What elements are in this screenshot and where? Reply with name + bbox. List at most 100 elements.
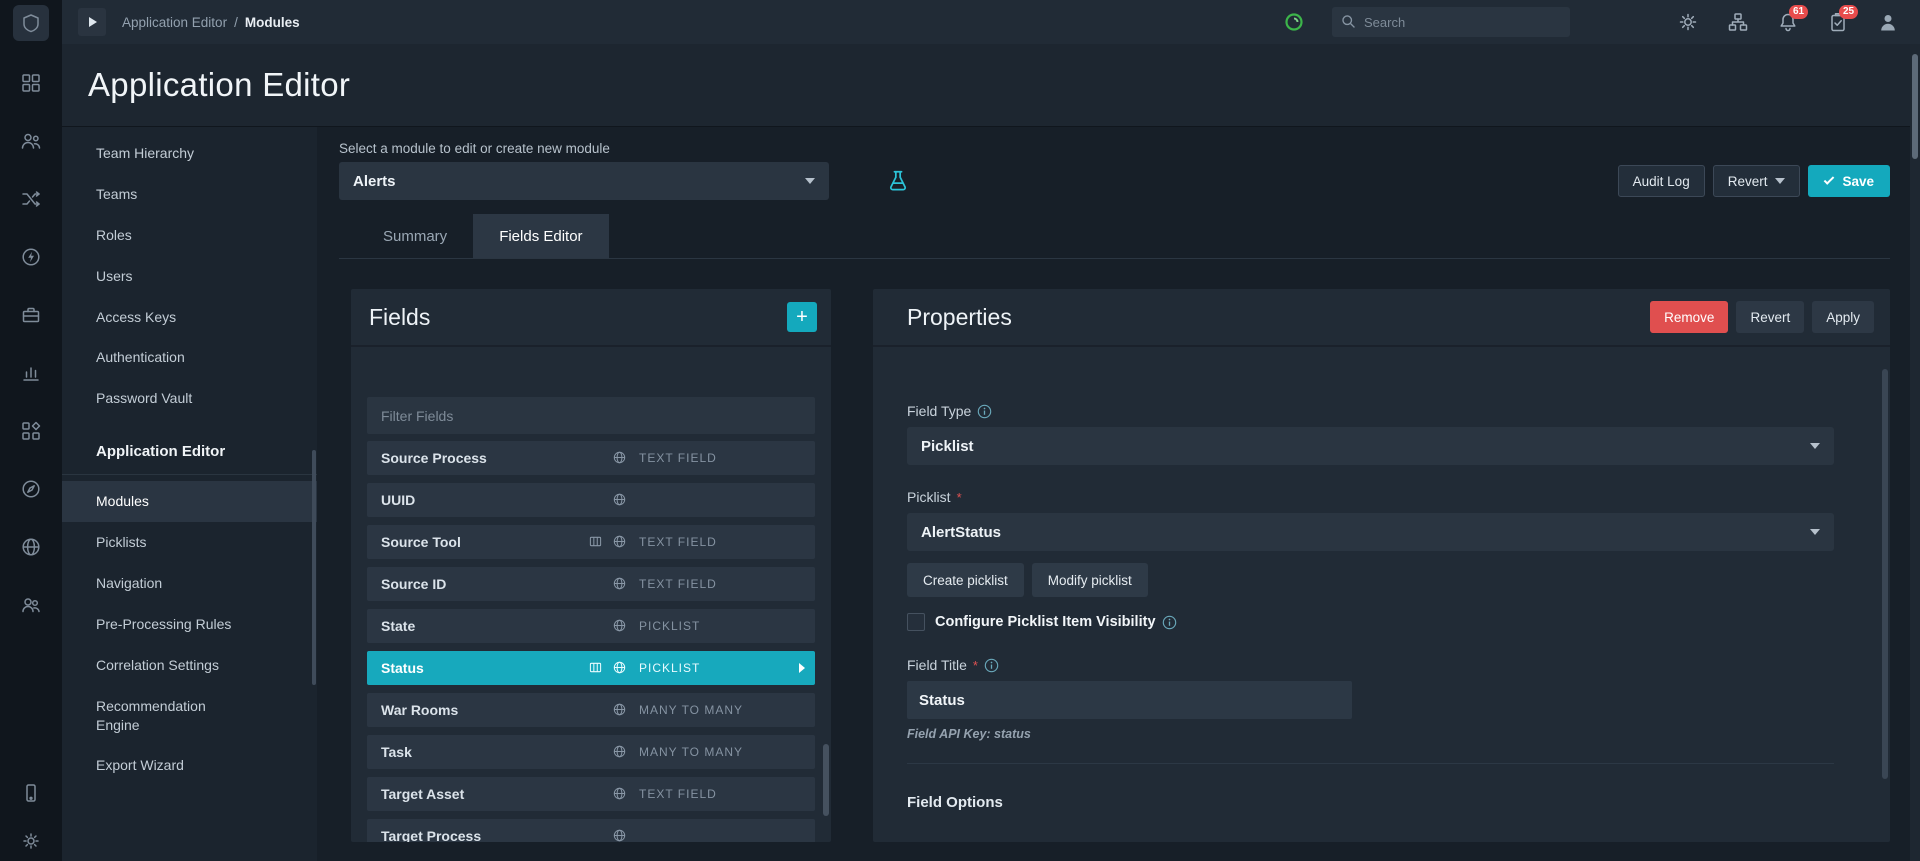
sidebar-item-pre-processing-rules[interactable]: Pre-Processing Rules (62, 604, 317, 645)
sidebar-section-title: Application Editor (62, 427, 317, 476)
global-search[interactable] (1332, 7, 1570, 37)
field-name: Source Process (381, 450, 487, 466)
chevron-right-icon (799, 663, 805, 673)
filter-fields-input[interactable] (367, 397, 815, 434)
chevron-down-icon (1810, 443, 1820, 449)
icon-rail (0, 0, 62, 861)
chevron-down-icon (1775, 178, 1786, 184)
sidebar-item-navigation[interactable]: Navigation (62, 563, 317, 604)
info-icon[interactable] (984, 658, 999, 673)
field-type-badge: TEXT FIELD (639, 535, 717, 549)
remove-field-button[interactable]: Remove (1650, 301, 1729, 333)
play-icon (89, 17, 97, 27)
tasks-badge: 25 (1839, 5, 1859, 19)
help-icon[interactable] (21, 479, 41, 499)
sidebar-item-access-keys[interactable]: Access Keys (62, 297, 317, 338)
chevron-down-icon (1810, 529, 1820, 535)
sidebar-item-picklists[interactable]: Picklists (62, 522, 317, 563)
field-row-status[interactable]: Status PICKLIST (367, 651, 815, 685)
section-divider (907, 763, 1834, 764)
globe-icon[interactable] (21, 537, 41, 557)
info-icon[interactable] (1162, 615, 1177, 630)
grid-column-icon (589, 661, 602, 674)
settings-gear-icon[interactable] (1678, 12, 1698, 32)
page-title: Application Editor (88, 66, 351, 103)
picklist-select[interactable]: AlertStatus (907, 513, 1834, 551)
reports-icon[interactable] (21, 363, 41, 383)
page-scrollbar[interactable] (1910, 44, 1920, 861)
sidebar-item-export-wizard[interactable]: Export Wizard (62, 745, 317, 786)
sitemap-icon[interactable] (1728, 12, 1748, 32)
sidebar-item-modules[interactable]: Modules (62, 481, 317, 523)
revert-button[interactable]: Revert (1712, 165, 1801, 197)
revert-field-button[interactable]: Revert (1736, 301, 1805, 333)
globe-icon (613, 661, 626, 674)
tab-summary[interactable]: Summary (357, 214, 473, 258)
tab-fields-editor[interactable]: Fields Editor (473, 214, 609, 258)
sidebar-item-authentication[interactable]: Authentication (62, 337, 317, 378)
sidebar-item-recommendation-engine[interactable]: Recommendation Engine (62, 686, 317, 746)
fields-panel: Fields + Source ProcessTEXT FIELDUUIDSou… (351, 289, 831, 842)
breadcrumb-parent[interactable]: Application Editor (122, 15, 227, 30)
widgets-icon[interactable] (21, 421, 41, 441)
breadcrumb: Application Editor / Modules (122, 15, 300, 30)
field-name: State (381, 618, 416, 634)
sidebar-item-password-vault[interactable]: Password Vault (62, 378, 317, 419)
pending-tasks-icon[interactable]: 25 (1828, 5, 1859, 32)
settings-gear-icon[interactable] (21, 831, 41, 851)
fields-list: Source Process TEXT FIELD UUID Source Tool T… (367, 441, 815, 842)
create-picklist-button[interactable]: Create picklist (907, 563, 1024, 597)
app-window: Application Editor / Modules Search 61 2… (0, 0, 1920, 861)
queues-icon[interactable] (21, 131, 41, 151)
field-row-state[interactable]: State PICKLIST (367, 609, 815, 643)
system-health-icon[interactable] (1284, 12, 1304, 32)
modify-picklist-button[interactable]: Modify picklist (1031, 563, 1148, 597)
globe-icon (613, 493, 626, 506)
field-row-source-tool[interactable]: Source Tool TEXT FIELD (367, 525, 815, 559)
sidebar-item-teams[interactable]: Teams (62, 174, 317, 215)
save-button[interactable]: Save (1808, 165, 1890, 197)
picklist-visibility-label: Configure Picklist Item Visibility (935, 614, 1177, 630)
sidebar-item-users[interactable]: Users (62, 256, 317, 297)
search-input[interactable] (1332, 14, 1570, 30)
case-icon[interactable] (21, 305, 41, 325)
properties-scrollbar[interactable] (1882, 369, 1888, 779)
field-row-target-asset[interactable]: Target Asset TEXT FIELD (367, 777, 815, 811)
dashboard-icon[interactable] (21, 73, 41, 93)
apply-field-button[interactable]: Apply (1812, 301, 1874, 333)
field-type-select[interactable]: Picklist (907, 427, 1834, 465)
notifications-bell-icon[interactable]: 61 (1778, 5, 1809, 32)
picklist-visibility-checkbox[interactable] (907, 613, 925, 631)
sidebar-scrollbar[interactable] (312, 450, 316, 685)
check-icon (1824, 174, 1835, 185)
field-row-war-rooms[interactable]: War Rooms MANY TO MANY (367, 693, 815, 727)
picklist-label: Picklist * (907, 489, 962, 505)
audit-log-button[interactable]: Audit Log (1617, 165, 1705, 197)
field-row-source-id[interactable]: Source ID TEXT FIELD (367, 567, 815, 601)
field-row-task[interactable]: Task MANY TO MANY (367, 735, 815, 769)
field-title-input[interactable] (907, 681, 1352, 719)
device-icon[interactable] (21, 783, 41, 803)
module-select-value: Alerts (353, 172, 396, 190)
module-flask-icon[interactable] (885, 168, 911, 194)
module-select[interactable]: Alerts (339, 162, 829, 200)
shield-icon (23, 14, 39, 33)
field-row-uuid[interactable]: UUID (367, 483, 815, 517)
field-row-source-process[interactable]: Source Process TEXT FIELD (367, 441, 815, 475)
sidebar-section-list: Modules Picklists Navigation Pre-Processing… (62, 481, 317, 786)
page-scrollbar-thumb[interactable] (1912, 54, 1918, 159)
users-icon[interactable] (21, 595, 41, 615)
automation-icon[interactable] (21, 247, 41, 267)
info-icon[interactable] (977, 404, 992, 419)
sidebar-item-team-hierarchy[interactable]: Team Hierarchy (62, 133, 317, 174)
field-type-badge: PICKLIST (639, 619, 701, 633)
user-profile-icon[interactable] (1878, 12, 1898, 32)
play-button[interactable] (78, 8, 106, 36)
fields-list-scrollbar[interactable] (823, 744, 829, 816)
app-logo[interactable] (13, 5, 49, 41)
connectors-icon[interactable] (21, 189, 41, 209)
add-field-button[interactable]: + (787, 302, 817, 332)
sidebar-item-correlation-settings[interactable]: Correlation Settings (62, 645, 317, 686)
field-row-target-process[interactable]: Target Process (367, 819, 815, 842)
sidebar-item-roles[interactable]: Roles (62, 215, 317, 256)
